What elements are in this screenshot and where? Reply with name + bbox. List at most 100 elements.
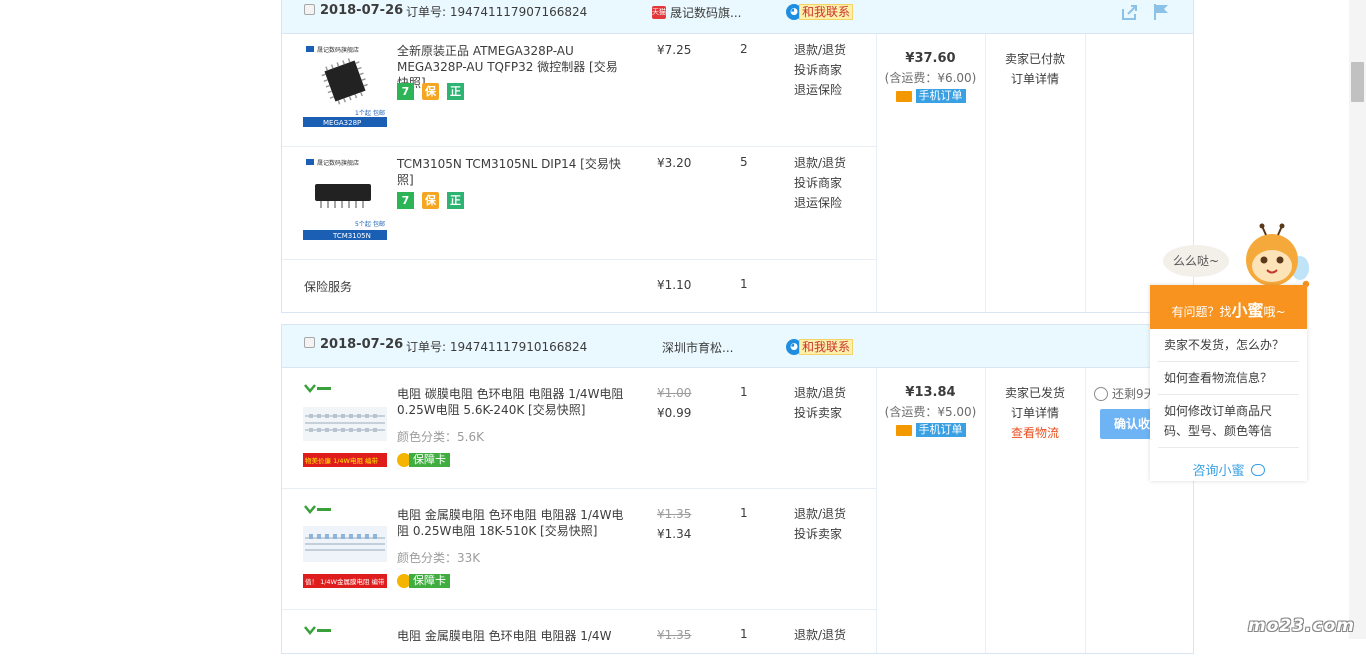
product-title-link[interactable]: TCM3105N TCM3105NL DIP14 [交易快照] — [397, 156, 629, 188]
product-title-link[interactable]: 电阻 碳膜电阻 色环电阻 电阻器 1/4W电阻 0.25W电阻 5.6K-240… — [397, 386, 629, 418]
price-block: ¥1.00 ¥0.99 — [657, 383, 691, 423]
original-price: ¥1.35 — [657, 628, 692, 642]
insurance-title: 保险服务 — [304, 280, 353, 294]
guarantee-card-badge[interactable]: 保障卡 — [397, 574, 450, 588]
auto-confirm-countdown: 还剩9天 — [1094, 385, 1156, 402]
refund-link[interactable]: 退款/退货 — [794, 153, 846, 173]
shop-name: 晟记数码旗... — [670, 6, 742, 20]
product-spec: 颜色分类：5.6K — [397, 430, 484, 444]
unit-price: ¥1.34 — [657, 527, 692, 541]
view-logistics-link[interactable]: 查看物流 — [985, 423, 1085, 443]
shipping-fee: (含运费：¥5.00) — [884, 405, 977, 419]
refund-link[interactable]: 退款/退货 — [794, 383, 846, 403]
genuine-guarantee-icon[interactable]: 正 — [447, 83, 464, 100]
watermark: mo23.com — [1248, 616, 1355, 636]
consumer-protection-icon[interactable]: 保 — [422, 192, 439, 209]
card-icon — [895, 424, 912, 436]
order-card-2: 2018-07-26 订单号: 194741117910166824 深圳市育松… — [281, 324, 1194, 654]
scrollbar-thumb[interactable] — [1351, 62, 1364, 102]
shop-link[interactable]: 天猫 晟记数码旗... — [652, 4, 741, 21]
order-total: ¥37.60 (含运费：¥6.00) 手机订单 — [876, 51, 985, 105]
order-date: 2018-07-26 — [320, 337, 404, 352]
refund-link[interactable]: 退款/退货 — [794, 625, 846, 645]
contact-label: 和我联系 — [799, 4, 854, 20]
total-amount: ¥37.60 — [905, 51, 956, 66]
guarantee-label: 保障卡 — [409, 574, 450, 588]
faq-item[interactable]: 如何修改订单商品尺码、型号、颜色等信 — [1158, 395, 1299, 448]
consult-label: 咨询小蜜 — [1192, 464, 1245, 479]
order-status: 卖家已发货 订单详情 查看物流 — [985, 383, 1085, 443]
product-thumbnail[interactable]: 值！ 1/4W金属膜电阻 编带 — [303, 502, 387, 592]
return-insurance-link[interactable]: 退运保险 — [794, 80, 846, 100]
thumb-store-text: 晟记数码旗舰店 — [317, 46, 359, 54]
share-icon[interactable] — [1121, 3, 1139, 21]
total-amount: ¥13.84 — [905, 385, 956, 400]
order-detail-link[interactable]: 订单详情 — [985, 69, 1085, 89]
thumb-caption: MEGA328P — [323, 119, 361, 127]
order-detail-link[interactable]: 订单详情 — [985, 403, 1085, 423]
header-actions — [1121, 3, 1169, 21]
insurance-qty: 1 — [740, 277, 748, 291]
service-badges: 7 保 正 — [397, 192, 464, 209]
product-thumbnail[interactable]: 物美价廉 1/4W电阻 编带 — [303, 381, 387, 471]
quantity: 1 — [740, 506, 748, 520]
complain-link[interactable]: 投诉商家 — [794, 173, 846, 193]
contact-seller-button[interactable]: ◕ 和我联系 — [786, 4, 854, 20]
7-day-return-icon[interactable]: 7 — [397, 192, 414, 209]
refund-link[interactable]: 退款/退货 — [794, 40, 846, 60]
guarantee-card-badge[interactable]: 保障卡 — [397, 453, 450, 467]
genuine-guarantee-icon[interactable]: 正 — [447, 192, 464, 209]
column-divider — [1085, 34, 1086, 312]
original-price: ¥1.00 — [657, 386, 692, 400]
consult-xiaomi-button[interactable]: 咨询小蜜 — [1150, 460, 1307, 479]
unit-price: ¥0.99 — [657, 406, 692, 420]
insurance-row: 保险服务 ¥1.10 1 — [282, 260, 876, 313]
after-sale-links: 退款/退货 投诉卖家 — [794, 383, 846, 423]
shop-link[interactable]: 深圳市育松... — [662, 339, 733, 356]
unit-price: ¥3.20 — [657, 156, 692, 170]
card-icon — [895, 90, 912, 102]
order-date: 2018-07-26 — [320, 3, 404, 18]
complain-link[interactable]: 投诉商家 — [794, 60, 846, 80]
guarantee-label: 保障卡 — [409, 453, 450, 467]
product-title-link[interactable]: 电阻 金属膜电阻 色环电阻 电阻器 1/4W — [397, 628, 629, 644]
price-block: ¥1.35 ¥1.34 — [657, 504, 691, 544]
page-scrollbar[interactable] — [1349, 0, 1366, 639]
return-insurance-link[interactable]: 退运保险 — [794, 193, 846, 213]
mobile-order-badge: 手机订单 — [895, 423, 966, 437]
complain-link[interactable]: 投诉卖家 — [794, 524, 846, 544]
thumb-tag: 5个起 — [355, 220, 371, 228]
order-select-checkbox[interactable] — [304, 337, 315, 348]
thumb-free: 包邮 — [373, 220, 385, 228]
refund-link[interactable]: 退款/退货 — [794, 504, 846, 524]
contact-seller-button[interactable]: ◕ 和我联系 — [786, 339, 854, 355]
faq-item[interactable]: 卖家不发货，怎么办？ — [1158, 329, 1299, 362]
greeting-bubble: 么么哒~ — [1163, 245, 1229, 277]
after-sale-links: 退款/退货 投诉商家 退运保险 — [794, 153, 846, 213]
product-spec: 颜色分类：33K — [397, 551, 481, 565]
consumer-protection-icon[interactable]: 保 — [422, 83, 439, 100]
order-number: 订单号: 194741117907166824 — [406, 5, 588, 19]
complain-link[interactable]: 投诉卖家 — [794, 403, 846, 423]
product-thumbnail[interactable]: 晟记数码旗舰店 1个起 包邮 MEGA328P — [303, 43, 387, 127]
thumb-banner: 值！ 1/4W金属膜电阻 编带 — [305, 577, 385, 586]
faq-item[interactable]: 如何查看物流信息？ — [1158, 362, 1299, 395]
order-item-row: 电阻 金属膜电阻 色环电阻 电阻器 1/4W ¥1.35 1 退款/退货 — [282, 610, 876, 670]
7-day-return-icon[interactable]: 7 — [397, 83, 414, 100]
xiaomi-bee-mascot-icon[interactable] — [1240, 222, 1310, 292]
quantity: 1 — [740, 385, 748, 399]
order-item-row: 晟记数码旗舰店 5个起 包邮 TCM3105N TCM3105N TCM3105… — [282, 147, 876, 260]
flag-icon[interactable] — [1153, 3, 1169, 21]
after-sale-links: 退款/退货 — [794, 625, 846, 645]
order-select-checkbox[interactable] — [304, 4, 315, 15]
quantity: 5 — [740, 155, 748, 169]
product-thumbnail[interactable] — [303, 623, 387, 653]
thumb-tag: 1个起 — [355, 109, 371, 117]
shipping-fee: (含运费：¥6.00) — [884, 71, 977, 85]
price-block: ¥1.35 — [657, 625, 691, 645]
helper-header-prefix: 有问题？找 — [1171, 305, 1232, 319]
product-thumbnail[interactable]: 晟记数码旗舰店 5个起 包邮 TCM3105N — [303, 156, 387, 240]
contact-label: 和我联系 — [799, 339, 854, 355]
product-title-link[interactable]: 电阻 金属膜电阻 色环电阻 电阻器 1/4W电阻 0.25W电阻 18K-510… — [397, 507, 629, 539]
after-sale-links: 退款/退货 投诉商家 退运保险 — [794, 40, 846, 100]
